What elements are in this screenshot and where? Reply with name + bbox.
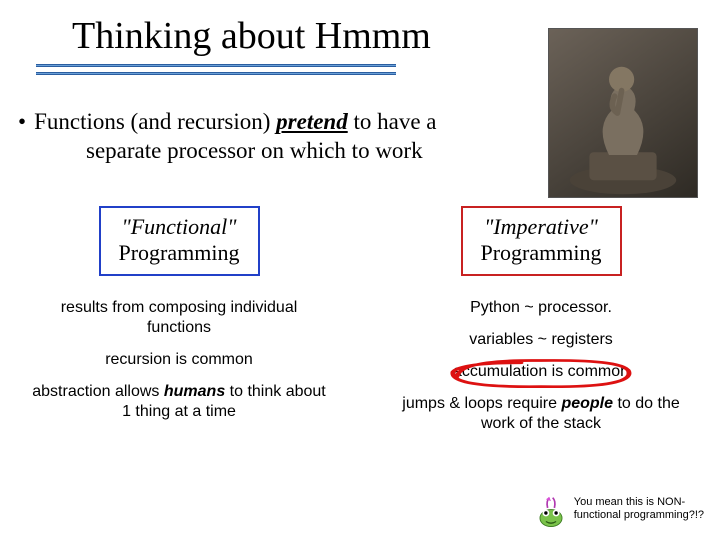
bullet-emph: pretend	[276, 109, 348, 134]
right-note-3: accumulation is common	[453, 362, 629, 382]
left-note-2: recursion is common	[105, 350, 253, 370]
thinker-image	[548, 28, 698, 198]
alien-icon	[534, 496, 568, 530]
footer-caption: You mean this is NON- functional program…	[534, 496, 704, 530]
right-column: "Imperative" Programming Python ~ proces…	[390, 206, 692, 439]
left-column: "Functional" Programming results from co…	[28, 206, 330, 439]
right-note-1: Python ~ processor.	[470, 298, 612, 318]
imperative-box-word: Programming	[481, 240, 602, 266]
footer-line2: functional programming?!?	[574, 509, 704, 522]
bullet-text-b: to have a	[348, 109, 437, 134]
functional-box-word: Programming	[119, 240, 240, 266]
right-note-2: variables ~ registers	[469, 330, 613, 350]
functional-box-title: "Functional"	[119, 214, 240, 240]
left-note-3: abstraction allows humans to think about…	[28, 382, 330, 422]
imperative-box-title: "Imperative"	[481, 214, 602, 240]
right-note-4: jumps & loops require people to do the w…	[390, 394, 692, 434]
left-note-1: results from composing individual functi…	[28, 298, 330, 338]
imperative-box: "Imperative" Programming	[461, 206, 622, 277]
bullet-text-a: Functions (and recursion)	[34, 109, 276, 134]
title-rule	[36, 64, 396, 78]
bullet-line2: separate processor on which to work	[18, 137, 500, 166]
functional-box: "Functional" Programming	[99, 206, 260, 277]
footer-line1: You mean this is NON-	[574, 496, 704, 509]
